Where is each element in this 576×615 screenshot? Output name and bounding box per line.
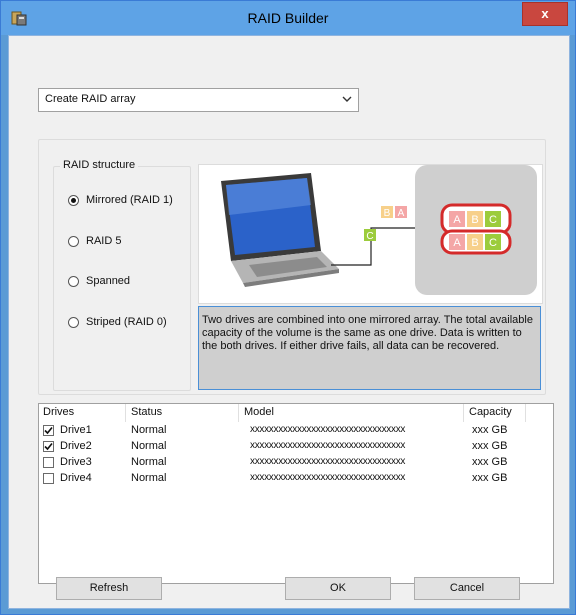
radio-raid5[interactable]: RAID 5 [68, 233, 121, 249]
radio-indicator [68, 316, 79, 328]
drive-capacity: xxx GB [472, 456, 508, 468]
drives-table[interactable]: Drives Status Model Capacity Drive1 Norm… [38, 403, 554, 584]
drive-name: Drive1 [60, 424, 92, 436]
block-label: A [398, 208, 405, 219]
drive-model: xxxxxxxxxxxxxxxxxxxxxxxxxxxxxxxxx [250, 472, 406, 483]
raid-builder-window: RAID Builder x Create RAID array RAID st… [0, 0, 576, 615]
action-select-value: Create RAID array [45, 93, 136, 105]
raid-structure-legend: RAID structure [60, 159, 139, 171]
block-label: B [471, 237, 478, 249]
column-divider [125, 404, 126, 422]
drive-checkbox[interactable] [43, 425, 54, 436]
drive-status: Normal [131, 456, 167, 468]
radio-mirrored[interactable]: Mirrored (RAID 1) [68, 192, 173, 208]
block-label: C [489, 214, 497, 226]
column-divider [525, 404, 526, 422]
column-header-model[interactable]: Model [244, 406, 274, 418]
block-label: A [453, 214, 461, 226]
drive-status: Normal [131, 472, 167, 484]
column-header-drives[interactable]: Drives [43, 406, 74, 418]
window-title: RAID Builder [247, 10, 329, 26]
radio-indicator [68, 235, 79, 247]
table-row[interactable]: Drive1 Normal xxxxxxxxxxxxxxxxxxxxxxxxxx… [39, 423, 553, 439]
table-row[interactable]: Drive3 Normal xxxxxxxxxxxxxxxxxxxxxxxxxx… [39, 455, 553, 471]
raid-structure-group: RAID structure Mirrored (RAID 1) RAID 5 … [53, 159, 191, 391]
checkmark-icon [44, 426, 53, 435]
laptop-icon [221, 173, 339, 287]
column-divider [463, 404, 464, 422]
drive-checkbox[interactable] [43, 457, 54, 468]
radio-label: Spanned [86, 275, 131, 287]
column-header-status[interactable]: Status [131, 406, 162, 418]
drive-capacity: xxx GB [472, 472, 508, 484]
radio-label: RAID 5 [86, 235, 122, 247]
refresh-button[interactable]: Refresh [56, 577, 162, 600]
block-label: A [453, 237, 461, 249]
drive-checkbox[interactable] [43, 473, 54, 484]
drive-name: Drive3 [60, 456, 92, 468]
raid-disk-icon: A B C A B C [440, 203, 512, 255]
raid-structure-panel: RAID structure Mirrored (RAID 1) RAID 5 … [38, 139, 546, 395]
drive-name: Drive4 [60, 472, 92, 484]
block-label: C [366, 231, 373, 242]
drive-capacity: xxx GB [472, 440, 508, 452]
drive-checkbox[interactable] [43, 441, 54, 452]
radio-label: Mirrored (RAID 1) [86, 194, 173, 206]
raid-description: Two drives are combined into one mirrore… [198, 306, 541, 390]
action-select[interactable]: Create RAID array [38, 88, 359, 112]
drive-capacity: xxx GB [472, 424, 508, 436]
table-row[interactable]: Drive4 Normal xxxxxxxxxxxxxxxxxxxxxxxxxx… [39, 471, 553, 487]
block-label: C [489, 237, 497, 249]
drive-status: Normal [131, 440, 167, 452]
dialog-body: Create RAID array RAID structure Mirrore… [8, 35, 570, 609]
raid-illustration: B A C A B C A B C [198, 164, 543, 304]
drive-model: xxxxxxxxxxxxxxxxxxxxxxxxxxxxxxxxx [250, 456, 406, 467]
chevron-down-icon [342, 96, 352, 102]
checkmark-icon [44, 442, 53, 451]
table-row[interactable]: Drive2 Normal xxxxxxxxxxxxxxxxxxxxxxxxxx… [39, 439, 553, 455]
close-button[interactable]: x [522, 2, 568, 26]
data-blocks: B A C [364, 206, 407, 242]
drive-model: xxxxxxxxxxxxxxxxxxxxxxxxxxxxxxxxx [250, 424, 406, 435]
ok-button[interactable]: OK [285, 577, 391, 600]
drive-model: xxxxxxxxxxxxxxxxxxxxxxxxxxxxxxxxx [250, 440, 406, 451]
radio-selected-indicator [68, 194, 79, 206]
block-label: B [471, 214, 478, 226]
column-divider [238, 404, 239, 422]
cancel-button[interactable]: Cancel [414, 577, 520, 600]
raid-diagram: B A C A B C A B C [221, 165, 537, 295]
radio-label: Striped (RAID 0) [86, 316, 167, 328]
column-header-capacity[interactable]: Capacity [469, 406, 512, 418]
block-label: B [384, 208, 391, 219]
radio-striped[interactable]: Striped (RAID 0) [68, 314, 167, 330]
radio-indicator [68, 275, 79, 287]
drive-name: Drive2 [60, 440, 92, 452]
radio-spanned[interactable]: Spanned [68, 273, 130, 289]
title-bar: RAID Builder x [1, 1, 575, 35]
drive-status: Normal [131, 424, 167, 436]
